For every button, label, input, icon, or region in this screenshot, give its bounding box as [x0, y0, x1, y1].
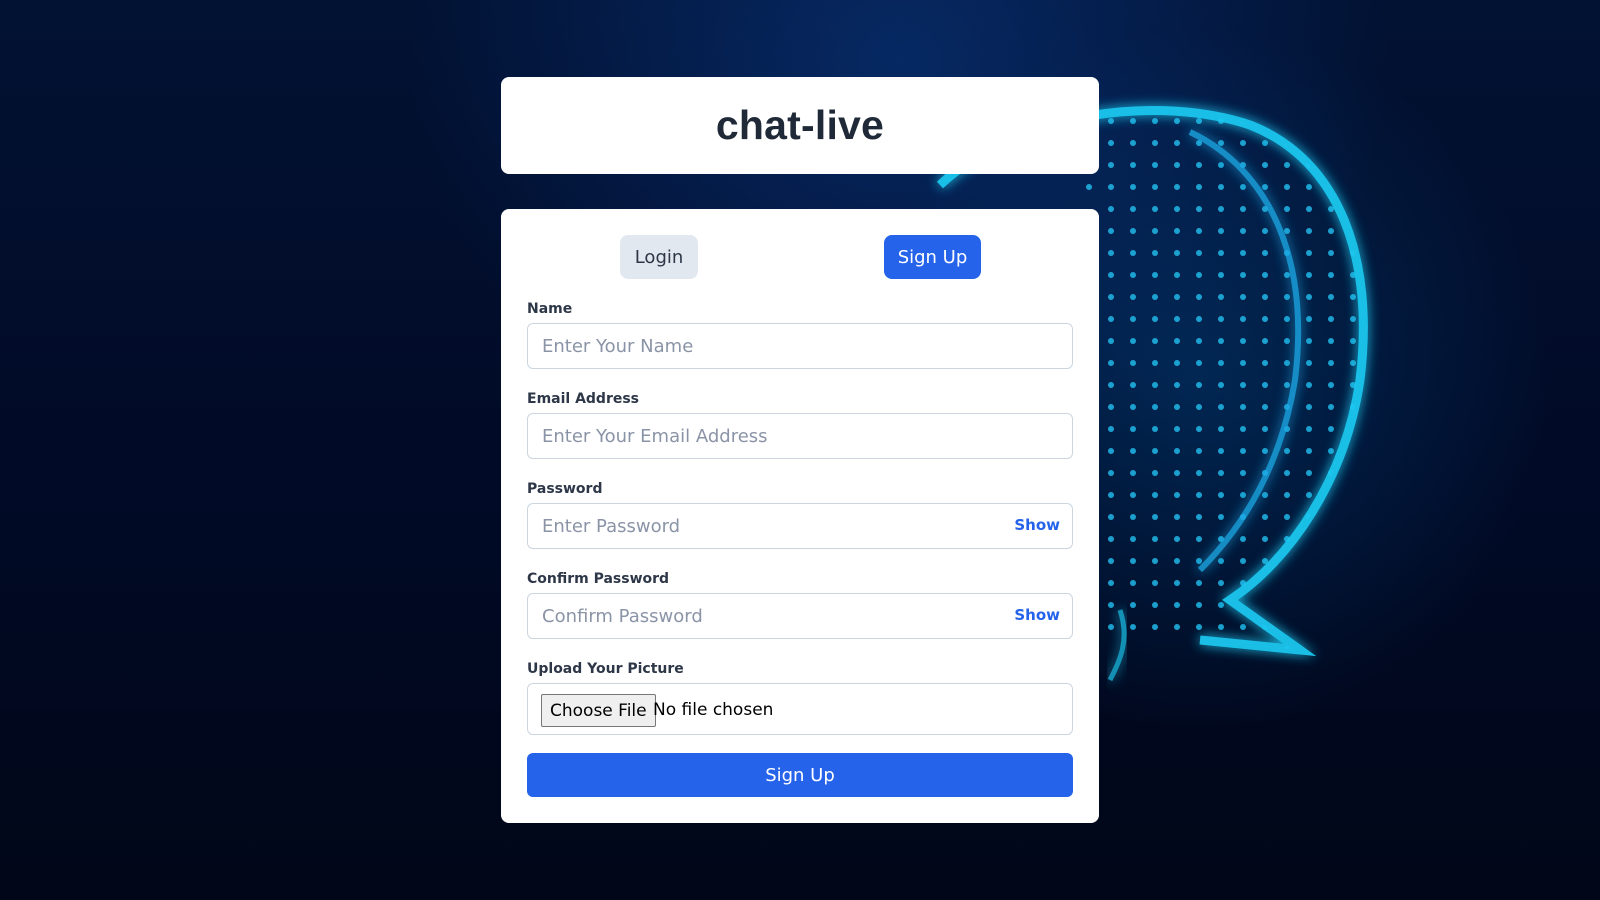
picture-label: Upload Your Picture	[527, 661, 684, 677]
name-field-wrapper	[527, 323, 1073, 369]
tab-login[interactable]: Login	[620, 235, 698, 279]
auth-card: Login Sign Up Name Email Address Passwor…	[501, 209, 1099, 823]
file-status-text: No file chosen	[653, 700, 774, 720]
email-label: Email Address	[527, 391, 640, 407]
confirm-password-label: Confirm Password	[527, 571, 670, 587]
confirm-password-field-wrapper: Show	[527, 593, 1073, 639]
name-label: Name	[527, 301, 573, 317]
password-label: Password	[527, 481, 603, 497]
app-title: chat-live	[715, 102, 885, 148]
password-input[interactable]	[528, 504, 1072, 548]
show-password-button[interactable]: Show	[1014, 516, 1060, 534]
picture-upload-field: Choose File No file chosen	[527, 683, 1073, 735]
confirm-password-input[interactable]	[528, 594, 1072, 638]
email-field-wrapper	[527, 413, 1073, 459]
password-field-wrapper: Show	[527, 503, 1073, 549]
show-confirm-password-button[interactable]: Show	[1014, 606, 1060, 624]
sign-up-submit-button[interactable]: Sign Up	[527, 753, 1073, 797]
name-input[interactable]	[528, 324, 1072, 368]
tab-signup[interactable]: Sign Up	[884, 235, 981, 279]
email-input[interactable]	[528, 414, 1072, 458]
choose-file-button[interactable]: Choose File	[541, 694, 656, 727]
app-header: chat-live	[501, 77, 1099, 174]
